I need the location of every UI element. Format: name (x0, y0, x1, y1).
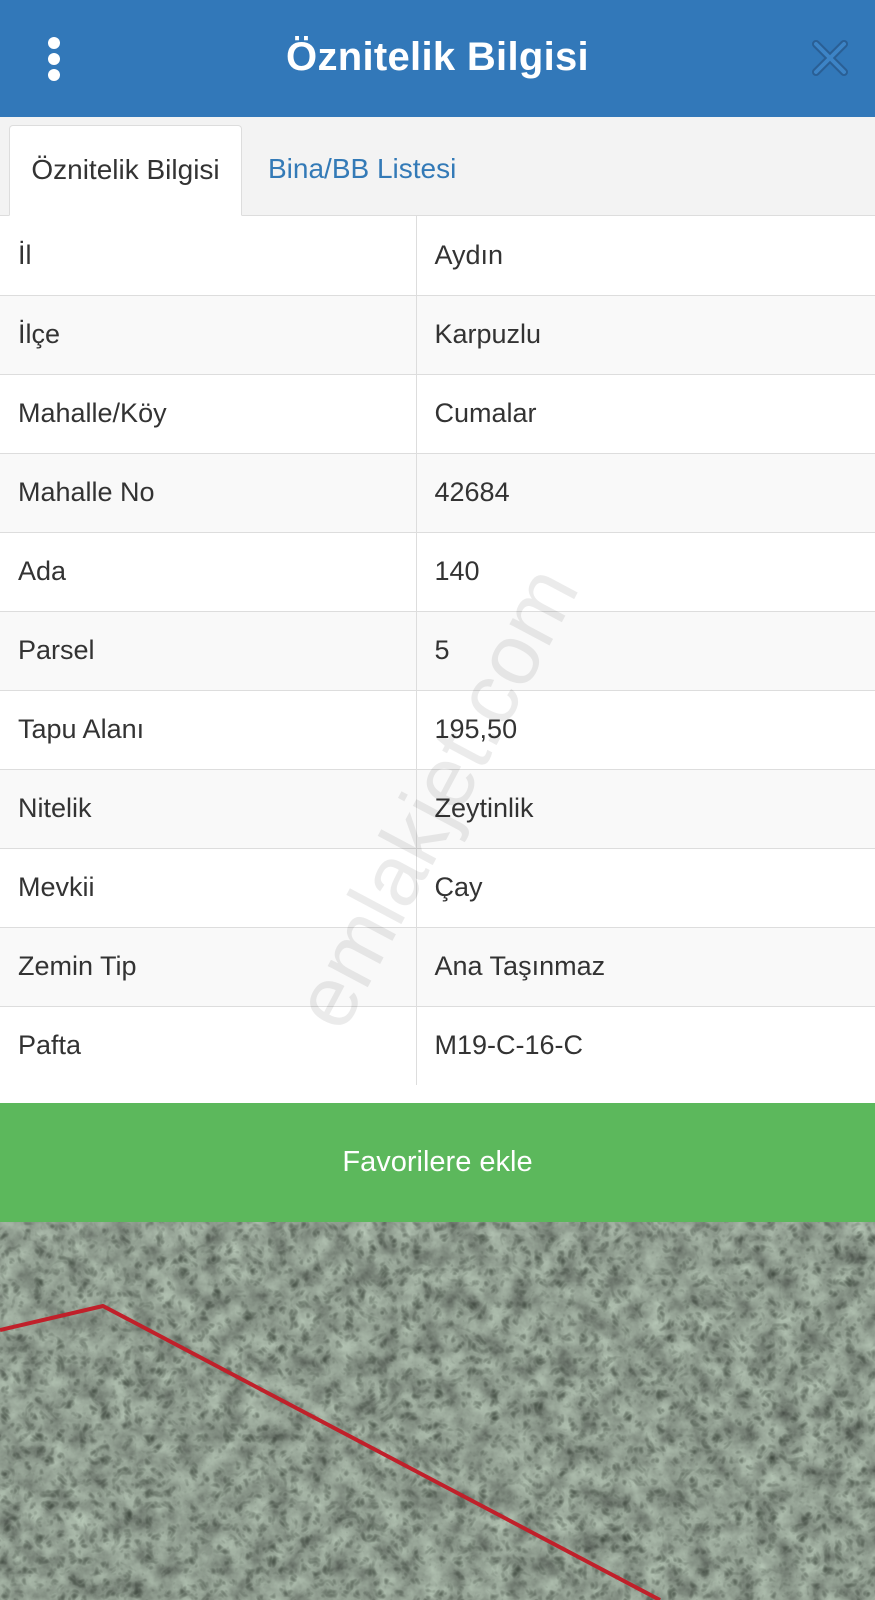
attribute-row: Mevkii Çay (0, 847, 875, 927)
attribute-row: Ada 140 (0, 531, 875, 611)
attribute-row: İl Aydın (0, 216, 875, 295)
attribute-row: İlçe Karpuzlu (0, 294, 875, 374)
attribute-value: Cumalar (416, 373, 875, 453)
attribute-value: Çay (416, 847, 875, 927)
attribute-value: 5 (416, 610, 875, 690)
attribute-key: İlçe (0, 294, 417, 374)
attribute-value: Karpuzlu (416, 294, 875, 374)
attribute-value: 42684 (416, 452, 875, 532)
tab-oznitelik-bilgisi[interactable]: Öznitelik Bilgisi (9, 125, 242, 216)
attribute-row: Mahalle No 42684 (0, 452, 875, 532)
attribute-key: Pafta (0, 1005, 417, 1085)
attribute-value: 140 (416, 531, 875, 611)
app-header: Öznitelik Bilgisi (0, 0, 875, 117)
attribute-key: Zemin Tip (0, 926, 417, 1006)
attribute-row: Tapu Alanı 195,50 (0, 689, 875, 769)
attribute-value: Zeytinlik (416, 768, 875, 848)
attribute-row: Pafta M19-C-16-C (0, 1005, 875, 1085)
add-to-favorites-button[interactable]: Favorilere ekle (0, 1103, 875, 1222)
attribute-key: Mahalle No (0, 452, 417, 532)
attribute-key: Mevkii (0, 847, 417, 927)
attribute-row: Zemin Tip Ana Taşınmaz (0, 926, 875, 1006)
close-icon[interactable] (810, 38, 850, 78)
attribute-value: Ana Taşınmaz (416, 926, 875, 1006)
attribute-key: Tapu Alanı (0, 689, 417, 769)
attribute-row: Nitelik Zeytinlik (0, 768, 875, 848)
attribute-table: İl Aydın İlçe Karpuzlu Mahalle/Köy Cumalar Mah… (0, 216, 875, 1085)
attribute-key: Nitelik (0, 768, 417, 848)
attribute-row: Parsel 5 (0, 610, 875, 690)
map-canvas (0, 1222, 875, 1600)
attribute-value: 195,50 (416, 689, 875, 769)
tab-bar: Öznitelik Bilgisi Bina/BB Listesi (0, 117, 875, 216)
attribute-key: Mahalle/Köy (0, 373, 417, 453)
attribute-row: Mahalle/Köy Cumalar (0, 373, 875, 453)
attribute-key: İl (0, 216, 417, 295)
attribute-value: M19-C-16-C (416, 1005, 875, 1085)
attribute-key: Parsel (0, 610, 417, 690)
attribute-value: Aydın (434, 239, 504, 270)
tab-bina-bb-listesi[interactable]: Bina/BB Listesi (248, 125, 476, 216)
page-title: Öznitelik Bilgisi (286, 35, 589, 79)
satellite-map[interactable] (0, 1222, 875, 1600)
attribute-key: Ada (0, 531, 417, 611)
tree-shadow-texture (0, 1222, 875, 1600)
